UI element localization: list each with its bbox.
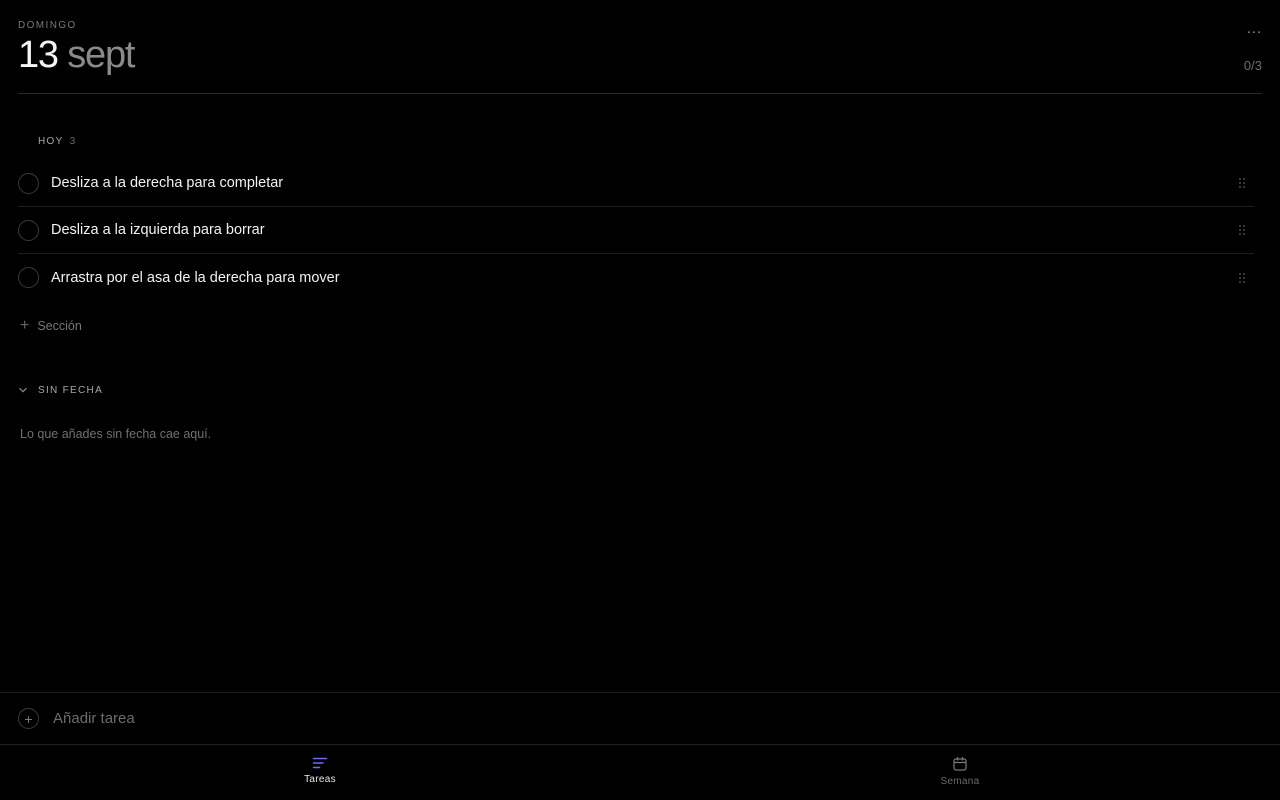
add-task-input[interactable]	[53, 710, 653, 727]
date-month: sept	[67, 34, 135, 76]
add-section-button[interactable]: + Sección	[20, 318, 82, 334]
tab-tareas[interactable]: Tareas	[0, 746, 640, 800]
plus-icon: +	[20, 317, 30, 334]
tab-semana[interactable]: Semana	[640, 746, 1280, 800]
task-row[interactable]: Arrastra por el asa de la derecha para m…	[18, 254, 1254, 301]
app-root: DOMINGO 13 sept … 0/3 HOY 3 Desliza a la…	[0, 0, 1280, 800]
add-section-label: Sección	[37, 319, 82, 333]
more-options-button[interactable]: …	[1238, 20, 1262, 44]
add-task-icon[interactable]: +	[18, 708, 39, 729]
date-day: 13	[18, 34, 59, 76]
section-no-date-label: SIN FECHA	[38, 384, 104, 396]
task-text: Arrastra por el asa de la derecha para m…	[51, 269, 340, 286]
task-checkbox[interactable]	[18, 219, 39, 241]
drag-handle-icon[interactable]	[1238, 272, 1246, 284]
weekday-label: DOMINGO	[18, 20, 77, 31]
section-today-header: HOY 3	[18, 134, 1254, 148]
section-today-label: HOY	[38, 135, 64, 147]
tab-label: Semana	[940, 776, 980, 787]
task-checkbox[interactable]	[18, 267, 39, 288]
task-row[interactable]: Desliza a la izquierda para borrar	[18, 207, 1254, 254]
task-text: Desliza a la izquierda para borrar	[51, 222, 265, 238]
more-icon: …	[1246, 20, 1262, 37]
section-today: HOY 3 Desliza a la derecha para completa…	[18, 134, 1254, 301]
bottom-tab-bar: Tareas Semana	[0, 746, 1280, 800]
progress-counter: 0/3	[1243, 58, 1262, 73]
section-no-date: SIN FECHA	[18, 383, 103, 397]
section-no-date-toggle[interactable]: SIN FECHA	[18, 383, 103, 397]
task-list: Desliza a la derecha para completar Desl…	[18, 160, 1254, 301]
chevron-down-icon	[19, 387, 27, 393]
calendar-icon	[953, 756, 967, 771]
tab-label: Tareas	[304, 774, 336, 785]
add-task-bar[interactable]: +	[0, 692, 1280, 745]
date-title: 13 sept	[18, 33, 1262, 77]
list-icon	[312, 757, 328, 769]
task-row[interactable]: Desliza a la derecha para completar	[18, 160, 1254, 207]
drag-handle-icon[interactable]	[1238, 177, 1246, 189]
task-checkbox[interactable]	[18, 172, 39, 194]
task-text: Desliza a la derecha para completar	[51, 175, 284, 191]
day-header: DOMINGO 13 sept … 0/3	[18, 20, 1262, 94]
empty-hint: Lo que añades sin fecha cae aquí.	[20, 427, 212, 441]
section-today-count: 3	[69, 135, 77, 147]
drag-handle-icon[interactable]	[1238, 224, 1246, 236]
